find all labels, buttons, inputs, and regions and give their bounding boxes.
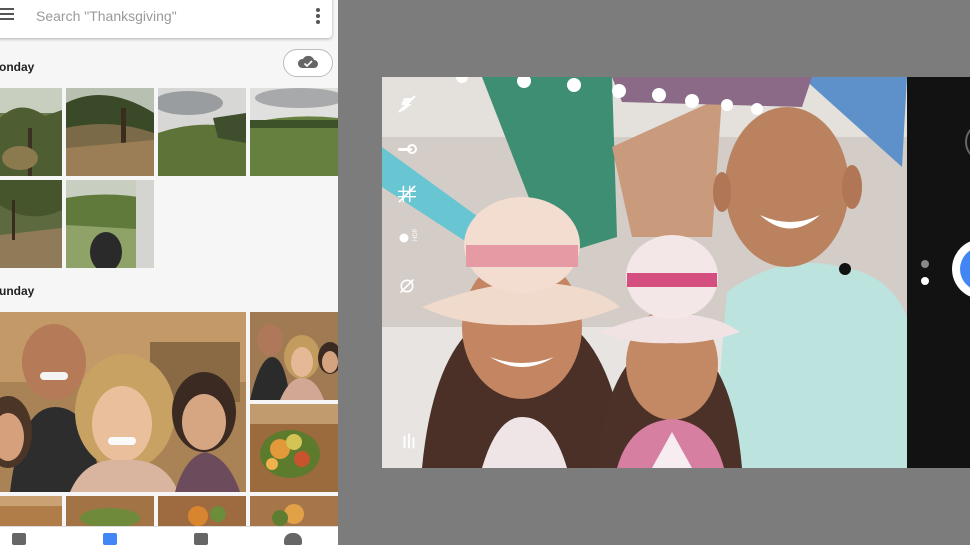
- section-header-monday: onday: [0, 60, 35, 74]
- sharing-icon[interactable]: [284, 533, 302, 545]
- photo-thumbnail[interactable]: [158, 496, 246, 526]
- menu-icon[interactable]: [0, 8, 14, 22]
- cloud-backup-button[interactable]: [283, 49, 333, 77]
- assistant-icon[interactable]: [12, 533, 26, 545]
- shutter-button[interactable]: [952, 239, 970, 299]
- photos-icon[interactable]: [103, 533, 117, 545]
- photo-thumbnail[interactable]: [0, 180, 62, 268]
- photo-thumbnail[interactable]: [250, 496, 338, 526]
- search-bar[interactable]: Search "Thanksgiving": [0, 0, 332, 38]
- photo-thumbnail[interactable]: [250, 88, 338, 176]
- grid-off-icon[interactable]: [396, 185, 418, 203]
- gallery-thumbnail-button[interactable]: [965, 125, 970, 159]
- photo-thumbnail[interactable]: [0, 88, 62, 176]
- cloud-done-icon: [297, 55, 318, 68]
- photo-thumbnail[interactable]: [250, 312, 338, 400]
- hdr-plus-icon[interactable]: HDR+: [396, 229, 418, 247]
- timer-icon[interactable]: [396, 140, 418, 158]
- bottom-navigation: [0, 526, 338, 545]
- white-balance-off-icon[interactable]: [396, 277, 418, 295]
- photo-thumbnail[interactable]: [66, 496, 154, 526]
- svg-text:HDR+: HDR+: [413, 229, 418, 241]
- more-vert-icon[interactable]: [316, 8, 320, 26]
- flash-off-icon[interactable]: [396, 95, 418, 113]
- photo-thumbnail[interactable]: [66, 88, 154, 176]
- photo-thumbnail[interactable]: [66, 180, 154, 268]
- camera-viewfinder[interactable]: HDR+: [382, 77, 970, 468]
- settings-handle-icon[interactable]: [398, 432, 420, 450]
- photo-thumbnail[interactable]: [0, 496, 62, 526]
- mode-indicator-dot: [921, 260, 929, 268]
- mode-indicator-dot: [921, 277, 929, 285]
- search-input[interactable]: Search "Thanksgiving": [36, 8, 177, 24]
- photos-panel: Search "Thanksgiving" onday unday: [0, 0, 338, 545]
- photo-thumbnail[interactable]: [158, 88, 246, 176]
- photo-thumbnail[interactable]: [250, 404, 338, 492]
- photo-thumbnail-featured[interactable]: [0, 312, 246, 492]
- section-header-sunday: unday: [0, 284, 35, 298]
- camera-control-bar: [907, 77, 970, 468]
- albums-icon[interactable]: [194, 533, 208, 545]
